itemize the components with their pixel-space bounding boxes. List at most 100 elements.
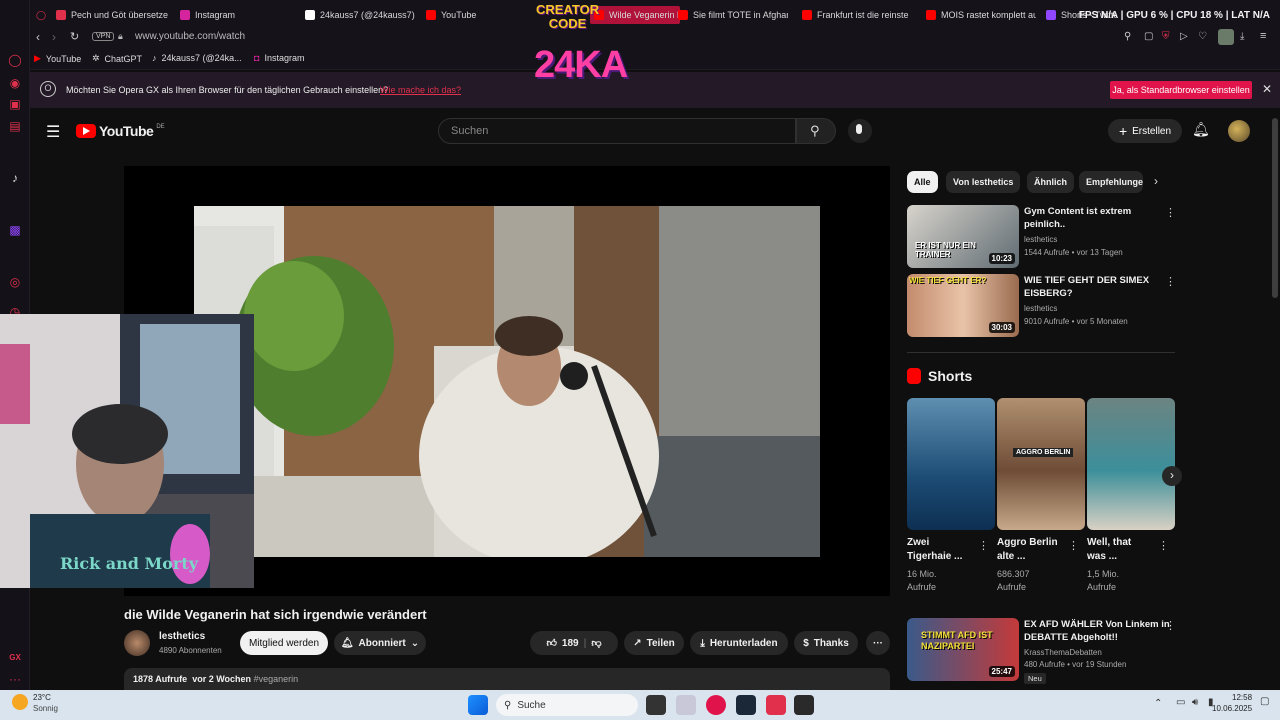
set-default-button[interactable]: Ja, als Standardbrowser einstellen [1110,81,1252,99]
bookmark-chatgpt[interactable]: ✲ ChatGPT [92,53,142,64]
bookmark-instagram[interactable]: ◘ Instagram [254,53,304,63]
hamburger-menu-icon[interactable]: ☰ [46,122,60,142]
related-channel-2[interactable]: lesthetics [1024,303,1057,315]
like-button[interactable]: 👍︎ 189 [546,637,578,650]
more-actions-button[interactable]: ··· [866,631,890,655]
task-view-icon[interactable] [646,695,666,715]
related-channel-1[interactable]: lesthetics [1024,234,1057,246]
thanks-button[interactable]: $ Thanks [794,631,858,655]
weather-sun-icon[interactable] [12,694,28,710]
video-frame[interactable] [194,206,820,557]
short-title-3[interactable]: Well, that was ... [1087,536,1131,564]
tiktok-icon[interactable]: ♪ [8,171,22,185]
notifications-bell-icon[interactable]: 🔔︎ [1192,121,1210,138]
share-button[interactable]: ↗ Teilen [624,631,684,655]
browser-tab[interactable]: Pech und Göt übersetze [56,6,171,24]
short-thumbnail-1[interactable] [907,398,995,530]
voice-search-button[interactable] [848,119,872,143]
join-button[interactable]: Mitglied werden [240,631,328,655]
chip-all[interactable]: Alle [907,171,938,193]
subscribed-button[interactable]: 🔔︎ Abonniert ⌄ [334,631,426,655]
related-title-1[interactable]: Gym Content ist extrem peinlich.. [1024,205,1131,231]
epic-games-icon[interactable] [794,695,814,715]
opera-logo-icon[interactable]: ◯ [8,53,22,67]
search-input[interactable]: Suchen [438,118,796,144]
reload-icon[interactable]: ↻ [70,30,79,43]
more-vert-icon[interactable]: ⋮ [978,539,989,552]
chip-from-channel[interactable]: Von lesthetics [946,171,1021,193]
channel-name[interactable]: lesthetics [159,631,205,642]
browser-tab[interactable]: Sie filmt TOTE in Afghan [678,6,788,24]
calendar-icon[interactable]: ▤ [8,119,22,133]
channel-avatar[interactable] [124,630,150,656]
description-box[interactable]: 1878 Aufrufe vor 2 Wochen #veganerin [124,668,890,690]
pin-icon[interactable]: ⚲ [1124,31,1131,42]
browser-tab[interactable]: Frankfurt ist die reinste [802,6,912,24]
browser-tab[interactable]: Instagram [180,6,295,24]
player-icon[interactable]: ◎ [8,275,22,289]
tray-chevron-icon[interactable]: ⌃ [1154,698,1162,709]
shield-icon[interactable]: ⛨ [1162,31,1170,42]
opera-gx-icon[interactable] [706,695,726,715]
related-thumbnail-2[interactable]: WIE TIEF GEHT ER? 30:03 [907,274,1019,337]
gx-corner-icon[interactable]: ▣ [8,97,22,111]
short-thumbnail-2[interactable]: AGGRO BERLIN [997,398,1085,530]
download-icon[interactable]: ⤓ [1240,31,1244,42]
windows-start-icon[interactable] [468,695,488,715]
download-button[interactable]: ⤓ Herunterladen [690,631,788,655]
browser-tab[interactable]: MOIS rastet komplett au [926,6,1036,24]
short-title-2[interactable]: Aggro Berlin alte ... [997,536,1058,564]
heart-icon[interactable]: ♡ [1198,31,1207,42]
clock-time[interactable]: 12:58 [1232,693,1252,702]
snapshot-icon[interactable]: ▢ [1144,31,1153,42]
short-title-1[interactable]: Zwei Tigerhaie ... [907,536,962,564]
more-vert-icon[interactable]: ⋮ [1068,539,1079,552]
gx-icon[interactable]: GX [8,651,22,665]
app-icon[interactable] [676,695,696,715]
more-icon[interactable]: ··· [8,672,22,686]
steam-icon[interactable] [736,695,756,715]
more-vert-icon[interactable]: ⋮ [1165,275,1176,288]
browser-tab[interactable]: Wilde Veganerin h [590,6,680,24]
related-channel-3[interactable]: KrassThemaDebatten [1024,647,1102,659]
chevron-right-icon[interactable]: › [1154,174,1158,188]
youtube-logo[interactable]: YouTube DE [76,123,165,139]
url-field[interactable]: www.youtube.com/watch [135,31,245,42]
close-icon[interactable]: ✕ [1262,82,1272,96]
short-thumbnail-3[interactable] [1087,398,1175,530]
clock-date[interactable]: 10.06.2025 [1212,704,1252,713]
more-vert-icon[interactable]: ⋮ [1165,619,1176,632]
twitch-icon[interactable]: ▩ [8,223,22,237]
browser-tab[interactable]: 24kauss7 (@24kauss7) [305,6,420,24]
create-button[interactable]: + Erstellen [1108,119,1182,143]
app-icon-red[interactable] [766,695,786,715]
page-scrollbar[interactable] [1272,118,1278,298]
network-icon[interactable]: ▭ [1176,697,1185,708]
back-icon[interactable]: ‹ [36,30,40,44]
notification-icon[interactable]: ▢ [1260,696,1269,707]
volume-icon[interactable]: 🔊︎ [1192,697,1198,708]
bookmark-tiktok[interactable]: ♪ 24kauss7 (@24ka... [152,53,242,63]
forward-icon[interactable]: › [52,30,56,44]
profile-avatar[interactable] [1218,29,1234,45]
social-icon[interactable]: ◉ [8,76,22,90]
search-button[interactable]: ⚲ [796,118,836,144]
more-vert-icon[interactable]: ⋮ [1158,539,1169,552]
bookmark-youtube[interactable]: ▶ YouTube [34,53,81,64]
menu-icon[interactable]: ≡ [1260,30,1266,42]
weather-temp[interactable]: 23°C [33,693,51,702]
shorts-next-arrow-icon[interactable]: › [1162,466,1182,486]
banner-help-link[interactable]: Wie mache ich das? [380,85,461,95]
related-title-2[interactable]: WIE TIEF GEHT DER SIMEX EISBERG? [1024,274,1149,300]
play-icon[interactable]: ▷ [1180,31,1188,42]
thumbs-down-icon[interactable]: 👎︎ [591,637,601,649]
browser-tab[interactable]: YouTube [426,6,516,24]
related-thumbnail-1[interactable]: ER IST NUR EIN TRAINER 10:23 [907,205,1019,268]
taskbar-search[interactable]: ⚲ Suche [496,694,638,716]
opera-menu-icon[interactable]: ◯ [36,6,46,24]
vpn-badge[interactable]: VPN [92,32,115,41]
related-thumbnail-3[interactable]: STIMMT AFD IST NAZIPARTEI 25:47 [907,618,1019,681]
chip-similar[interactable]: Ähnlich [1027,171,1074,193]
account-avatar[interactable] [1228,120,1250,142]
related-title-3[interactable]: EX AFD WÄHLER Von Linkem in DEBATTE Abgeh… [1024,618,1170,644]
